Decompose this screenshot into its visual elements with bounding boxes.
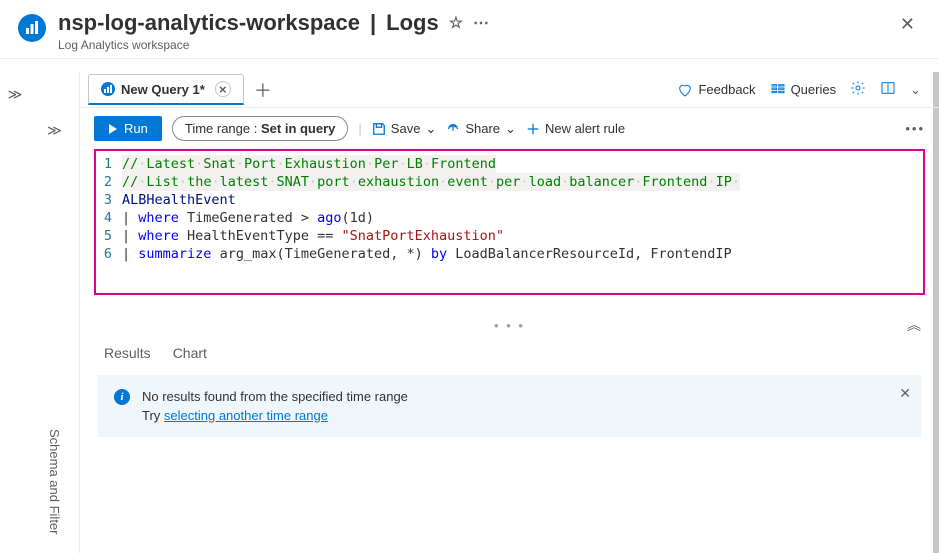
main-content: New Query 1* × ＋ Feedback Queries ⌄ Run … (80, 72, 939, 553)
code-line[interactable]: 2//·List·the·latest·SNAT·port·exhaustion… (102, 173, 917, 191)
query-toolbar: Run Time range : Set in query | Save ⌄ S… (80, 108, 939, 149)
code-line[interactable]: 5| where HealthEventType == "SnatPortExh… (102, 227, 917, 245)
settings-gear-icon[interactable] (850, 80, 866, 99)
collapse-results-icon[interactable]: ︽ (907, 315, 921, 335)
heart-icon (677, 82, 693, 98)
outer-left-rail: ≫ (0, 72, 30, 553)
query-editor[interactable]: 1//·Latest·Snat·Port·Exhaustion·Per·LB·F… (94, 149, 925, 295)
try-prefix: Try (142, 408, 164, 423)
workspace-name: nsp-log-analytics-workspace (58, 10, 360, 36)
query-tab-active[interactable]: New Query 1* × (88, 74, 244, 105)
dismiss-banner-icon[interactable]: ✕ (899, 385, 911, 402)
plus-icon (526, 122, 540, 136)
add-tab-button[interactable]: ＋ (254, 77, 272, 103)
code-line[interactable]: 3ALBHealthEvent (102, 191, 917, 209)
workspace-icon (18, 14, 46, 42)
inner-left-rail: ≫ Schema and Filter (30, 72, 80, 553)
query-tab-strip: New Query 1* × ＋ Feedback Queries ⌄ (80, 72, 939, 108)
no-results-heading: No results found from the specified time… (142, 389, 408, 404)
panel-layout-icon[interactable] (880, 80, 896, 99)
expand-outer-rail-icon[interactable]: ≫ (8, 86, 23, 103)
query-tab-icon (101, 82, 115, 96)
info-icon: i (114, 389, 130, 405)
queries-icon (770, 82, 786, 98)
expand-schema-panel-icon[interactable]: ≫ (47, 122, 62, 139)
share-button[interactable]: Share ⌄ (446, 121, 516, 137)
feedback-button[interactable]: Feedback (677, 82, 755, 98)
run-button[interactable]: Run (94, 116, 162, 141)
page-header: nsp-log-analytics-workspace | Logs ☆ ⋯ L… (0, 0, 939, 59)
code-line[interactable]: 6| summarize arg_max(TimeGenerated, *) b… (102, 245, 917, 263)
workspace-type-label: Log Analytics workspace (58, 38, 894, 52)
drag-handle-icon[interactable]: • • • (494, 318, 525, 333)
header-more-icon[interactable]: ⋯ (473, 13, 489, 33)
no-results-banner: i No results found from the specified ti… (98, 375, 921, 437)
schema-filter-label[interactable]: Schema and Filter (47, 429, 62, 535)
play-icon (108, 124, 118, 134)
code-line[interactable]: 1//·Latest·Snat·Port·Exhaustion·Per·LB·F… (102, 155, 917, 173)
close-blade-button[interactable]: ✕ (894, 10, 921, 39)
code-line[interactable]: 4| where TimeGenerated > ago(1d) (102, 209, 917, 227)
favorite-star-icon[interactable]: ☆ (449, 13, 463, 33)
share-icon (446, 122, 460, 136)
save-icon (372, 122, 386, 136)
queries-button[interactable]: Queries (770, 82, 837, 98)
chevron-down-icon[interactable]: ⌄ (910, 82, 921, 98)
results-tab[interactable]: Results (104, 345, 151, 361)
results-tab-strip: Results Chart (80, 337, 939, 369)
header-titles: nsp-log-analytics-workspace | Logs ☆ ⋯ L… (58, 10, 894, 52)
close-tab-icon[interactable]: × (215, 81, 231, 97)
results-splitter[interactable]: • • • ︽ (80, 313, 939, 337)
query-tab-label: New Query 1* (121, 82, 205, 97)
time-range-picker[interactable]: Time range : Set in query (172, 116, 349, 141)
save-button[interactable]: Save ⌄ (372, 121, 437, 137)
chart-tab[interactable]: Chart (173, 345, 207, 361)
new-alert-rule-button[interactable]: New alert rule (526, 121, 625, 136)
toolbar-more-icon[interactable]: ••• (905, 121, 925, 136)
select-time-range-link[interactable]: selecting another time range (164, 408, 328, 423)
title-separator: | (370, 10, 376, 36)
section-name: Logs (386, 10, 439, 36)
